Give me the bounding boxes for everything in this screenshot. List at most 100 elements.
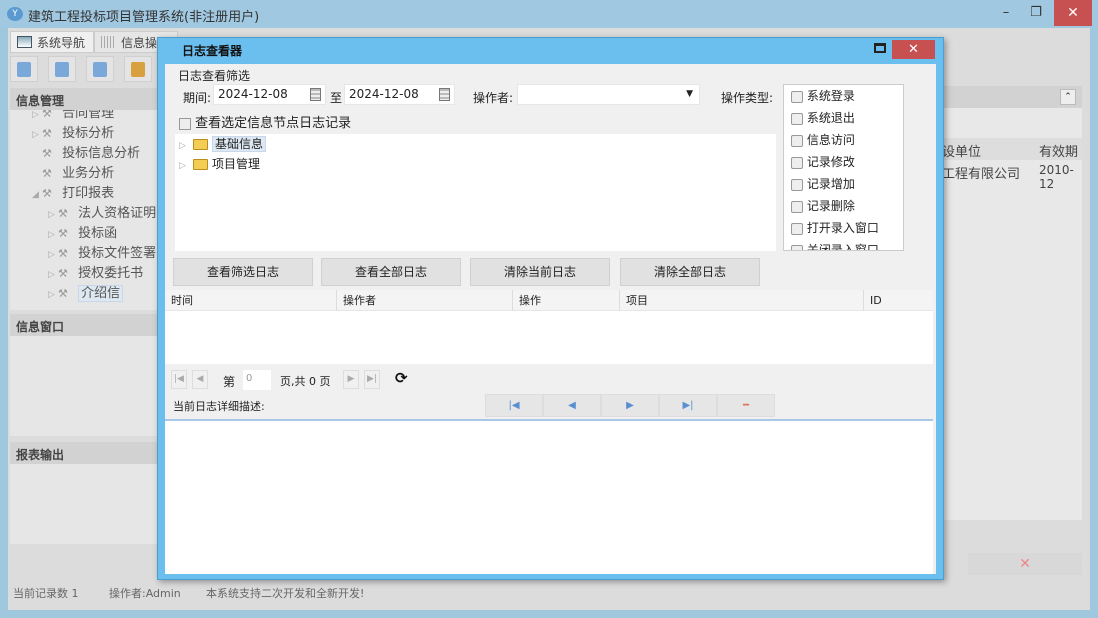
checkbox[interactable]: [791, 178, 803, 191]
tree-item[interactable]: ⚒ 投标信息分析: [10, 144, 158, 164]
first-page-button[interactable]: |◀: [171, 370, 187, 389]
delete-x-icon[interactable]: ✕: [968, 553, 1082, 575]
operator-select[interactable]: ▼: [517, 84, 700, 105]
checkbox[interactable]: [179, 117, 191, 130]
info-mgmt-tree: ▷ ⚒ 合同管理 ▷ ⚒ 投标分析 ⚒ 投标信息分析 ⚒ 业务分析 ◢ ⚒ 打印报表 ▷ ⚒ 法人…: [10, 110, 158, 310]
close-button[interactable]: ✕: [1054, 0, 1092, 26]
node-tree-item[interactable]: ▷ 基础信息: [175, 134, 776, 154]
checkbox[interactable]: [791, 200, 803, 213]
expand-arrow-icon[interactable]: ▷: [48, 285, 58, 305]
tree-item-label: 业务分析: [62, 166, 115, 181]
nav-delete-button[interactable]: ━: [717, 394, 775, 417]
expand-arrow-icon[interactable]: ▷: [32, 110, 42, 125]
column-header-operator[interactable]: 操作者: [337, 290, 513, 311]
optype-checkbox[interactable]: 打开录入窗口: [784, 217, 903, 239]
expand-arrow-icon[interactable]: ▷: [48, 225, 58, 245]
expand-arrow-icon[interactable]: ◢: [32, 185, 42, 205]
checkbox[interactable]: [791, 156, 803, 169]
list-tool-button[interactable]: [48, 56, 76, 82]
tree-item[interactable]: ▷ ⚒ 授权委托书: [10, 264, 158, 284]
filter-group-label: 日志查看筛选: [178, 69, 251, 83]
nav-last-button[interactable]: ▶|: [659, 394, 717, 417]
checkbox[interactable]: [791, 112, 803, 125]
optype-checkbox[interactable]: 系统登录: [784, 85, 903, 107]
expand-arrow-icon[interactable]: ▷: [48, 265, 58, 285]
tools-icon: ⚒: [58, 227, 68, 240]
tree-item[interactable]: ◢ ⚒ 打印报表: [10, 184, 158, 204]
user-tool-button[interactable]: [124, 56, 152, 82]
tree-item[interactable]: ▷ ⚒ 投标分析: [10, 124, 158, 144]
optype-checkbox[interactable]: 记录删除: [784, 195, 903, 217]
optype-checkbox[interactable]: 信息访问: [784, 129, 903, 151]
optype-label: 记录增加: [806, 177, 855, 191]
nav-next-button[interactable]: ▶: [601, 394, 659, 417]
panel-header-info-window[interactable]: 信息窗口: [10, 314, 158, 336]
nav-prev-button[interactable]: ◀: [543, 394, 601, 417]
dialog-maximize-button[interactable]: [874, 43, 886, 53]
collapse-up-icon[interactable]: ⌃: [1060, 89, 1076, 105]
dialog-client: 日志查看筛选 期间: 2024-12-08 至 2024-12-08 操作者: …: [165, 64, 936, 574]
tools-icon: ⚒: [58, 247, 68, 260]
panel-header-info-mgmt[interactable]: 信息管理: [10, 88, 158, 110]
optype-checklist[interactable]: 系统登录 系统退出 信息访问 记录修改 记录增加 记录删除 打开录入窗口 关闭录…: [783, 84, 904, 251]
node-log-checkbox[interactable]: 查看选定信息节点日志记录: [179, 112, 351, 131]
clear-current-log-button[interactable]: 清除当前日志: [470, 258, 610, 286]
expand-arrow-icon[interactable]: ▷: [32, 125, 42, 145]
checkbox[interactable]: [791, 134, 803, 147]
optype-label: 信息访问: [806, 133, 855, 147]
log-detail-textarea[interactable]: [165, 419, 933, 574]
tree-item[interactable]: ▷ ⚒ 投标文件签署: [10, 244, 158, 264]
view-filtered-log-button[interactable]: 查看筛选日志: [173, 258, 313, 286]
expand-arrow-icon[interactable]: ▷: [48, 205, 58, 225]
node-tree-item[interactable]: ▷ 项目管理: [175, 154, 776, 174]
date-to-input[interactable]: 2024-12-08: [344, 84, 455, 105]
date-from-input[interactable]: 2024-12-08: [213, 84, 326, 105]
window-title: 建筑工程投标项目管理系统(非注册用户): [28, 10, 260, 25]
report-output-panel: [10, 464, 158, 544]
tree-item[interactable]: ▷ ⚒ 合同管理: [10, 110, 158, 124]
optype-checkbox[interactable]: 记录增加: [784, 173, 903, 195]
prev-page-button[interactable]: ◀: [192, 370, 208, 389]
tree-item-label: 投标文件签署: [78, 246, 157, 261]
expand-arrow-icon[interactable]: ▷: [179, 136, 189, 156]
minimize-button[interactable]: –: [992, 2, 1020, 24]
checkbox[interactable]: [791, 90, 803, 103]
date-to-value: 2024-12-08: [349, 87, 419, 101]
tab-system-nav[interactable]: 系统导航: [10, 31, 95, 53]
column-header-operation[interactable]: 操作: [513, 290, 620, 311]
log-table-header: 时间 操作者 操作 项目 ID: [165, 290, 933, 311]
optype-checkbox[interactable]: 系统退出: [784, 107, 903, 129]
tools-icon: ⚒: [42, 167, 52, 180]
next-page-button[interactable]: ▶: [343, 370, 359, 389]
refresh-icon[interactable]: ⟳: [395, 369, 408, 387]
page-number-input[interactable]: 0: [243, 370, 271, 390]
maximize-button[interactable]: ❐: [1022, 2, 1050, 24]
tree-item[interactable]: ▷ ⚒ 投标函: [10, 224, 158, 244]
view-all-log-button[interactable]: 查看全部日志: [321, 258, 461, 286]
column-header-time[interactable]: 时间: [165, 290, 337, 311]
checkbox[interactable]: [791, 222, 803, 235]
expand-arrow-icon[interactable]: ▷: [48, 245, 58, 265]
calendar-icon[interactable]: [439, 88, 450, 101]
tree-item[interactable]: ▷ ⚒ 法人资格证明: [10, 204, 158, 224]
last-page-button[interactable]: ▶|: [364, 370, 380, 389]
checkbox[interactable]: [791, 244, 803, 250]
column-header-id[interactable]: ID: [864, 290, 933, 311]
optype-checkbox[interactable]: 记录修改: [784, 151, 903, 173]
column-header-item[interactable]: 项目: [620, 290, 864, 311]
optype-checkbox[interactable]: 关闭录入窗口: [784, 239, 903, 250]
panel-header-report-output[interactable]: 报表输出: [10, 442, 158, 464]
grid-cell[interactable]: 2010-12: [1039, 163, 1082, 191]
search-tool-button[interactable]: [10, 56, 38, 82]
tools-icon: ⚒: [42, 110, 52, 120]
dialog-close-button[interactable]: ✕: [892, 40, 935, 59]
tree-item[interactable]: ⚒ 业务分析: [10, 164, 158, 184]
title-bar: Y 建筑工程投标项目管理系统(非注册用户) – ❐ ✕: [0, 0, 1098, 28]
calendar-icon[interactable]: [310, 88, 321, 101]
tree-item[interactable]: ▷ ⚒ 介绍信: [10, 284, 158, 304]
expand-arrow-icon[interactable]: ▷: [179, 156, 189, 176]
document-tool-button[interactable]: [86, 56, 114, 82]
clear-all-log-button[interactable]: 清除全部日志: [620, 258, 760, 286]
nav-first-button[interactable]: |◀: [485, 394, 543, 417]
grid-cell[interactable]: 工程有限公司: [942, 163, 1020, 182]
